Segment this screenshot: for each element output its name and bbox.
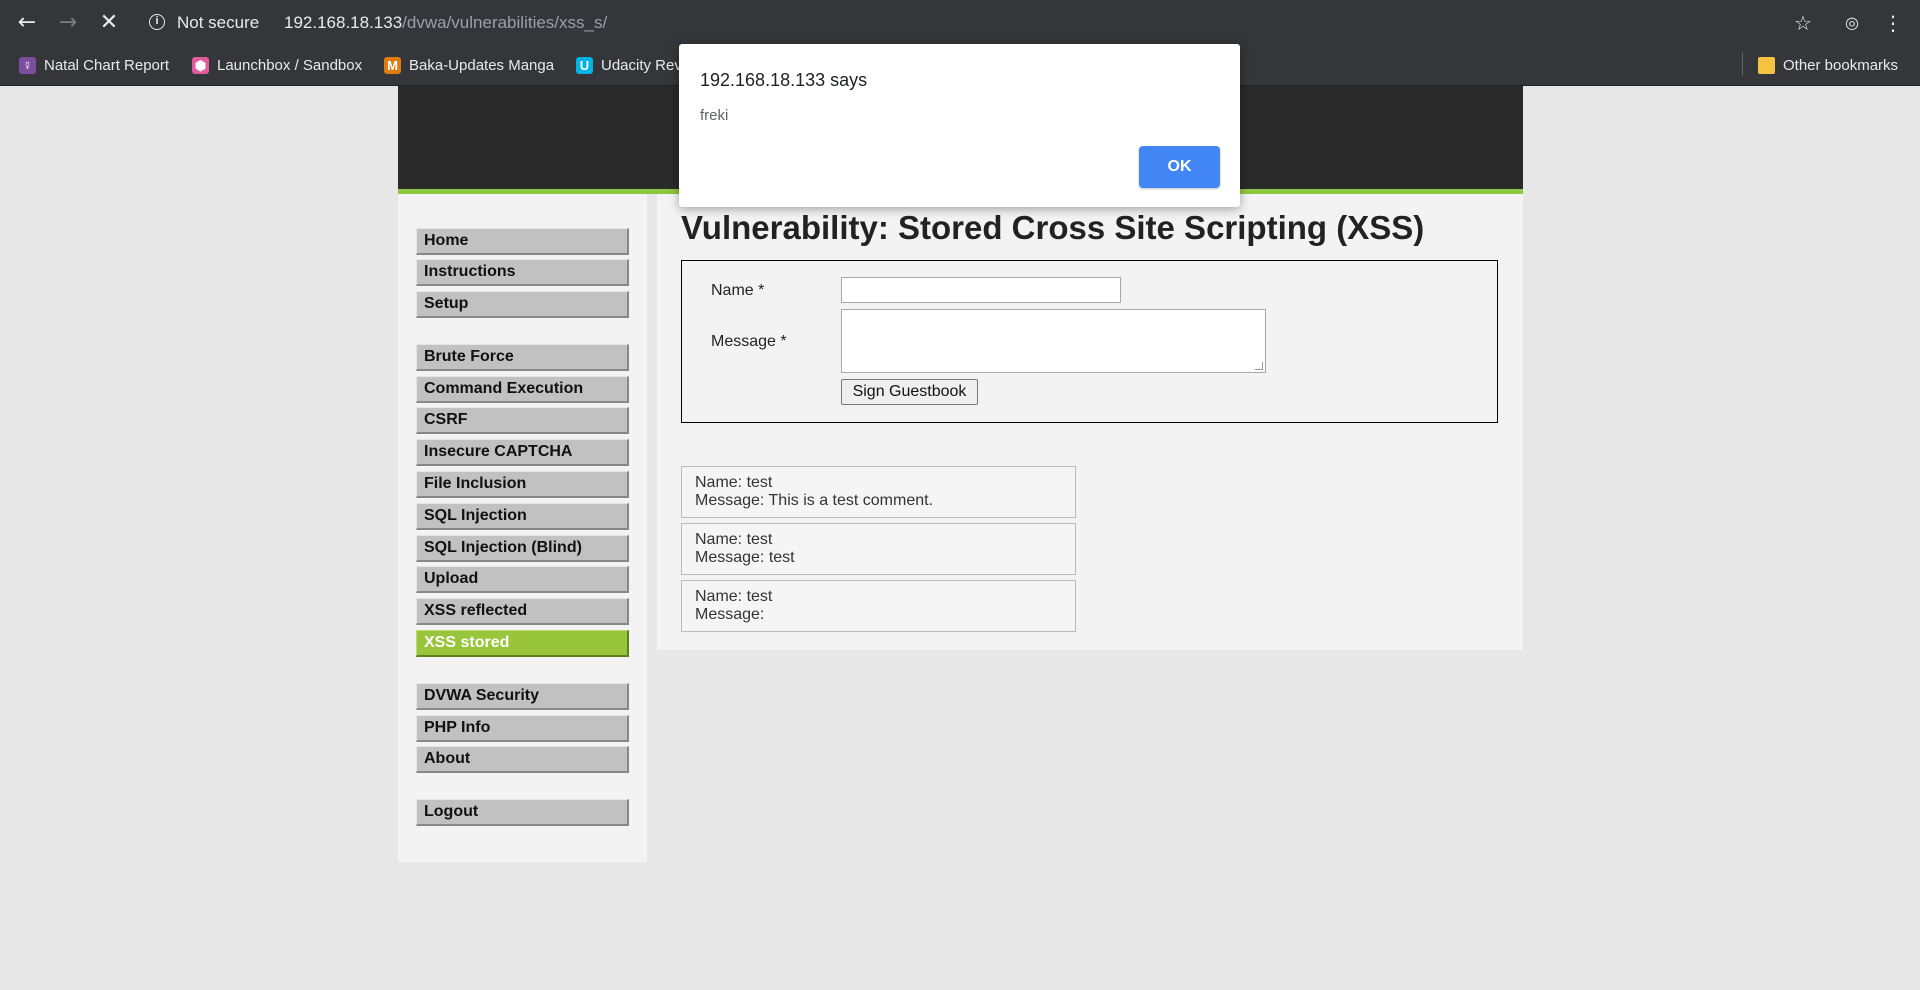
dialog-title: 192.168.18.133 says [700,70,868,90]
url-path: /dvwa/vulnerabilities/xss_s/ [402,13,608,32]
menu-sql-injection-blind[interactable]: SQL Injection (Blind) [416,535,629,562]
back-arrow-icon[interactable]: ← [14,10,40,36]
other-bookmarks-label: Other bookmarks [1783,56,1899,74]
menu-xss-reflected[interactable]: XSS reflected [416,598,629,625]
alert-dialog: 192.168.18.133 says freki OK [679,44,1240,207]
folder-icon [1758,56,1775,74]
info-icon[interactable]: i [149,14,165,30]
entry-message: Message: test [695,549,795,566]
forward-arrow-icon[interactable]: → [55,10,81,36]
bookmark-baka-updates[interactable]: M Baka-Updates Manga [384,54,556,76]
menu-setup[interactable]: Setup [416,291,629,318]
menu-insecure-captcha[interactable]: Insecure CAPTCHA [416,439,629,466]
guestbook-entry: Name: test Message: This is a test comme… [681,466,1076,518]
bookmark-label: Launchbox / Sandbox [217,56,363,74]
browser-toolbar: ← → ✕ i Not secure 192.168.18.133/dvwa/v… [0,0,1920,45]
menu-about[interactable]: About [416,746,629,773]
name-input[interactable] [841,277,1121,303]
menu-xss-stored[interactable]: XSS stored [416,630,629,657]
incognito-icon[interactable]: ◎ [1839,10,1865,36]
menu-instructions[interactable]: Instructions [416,259,629,286]
entry-message: Message: [695,606,765,623]
bookmark-label: Natal Chart Report [44,56,170,74]
bookmark-label: Baka-Updates Manga [409,56,555,74]
manga-icon: M [384,56,401,74]
entry-name: Name: test [695,474,773,491]
udacity-icon: U [576,56,593,74]
menu-home[interactable]: Home [416,228,629,255]
name-label: Name * [711,282,765,299]
menu-command-execution[interactable]: Command Execution [416,376,629,403]
url-host: 192.168.18.133 [284,13,403,32]
astro-icon: ☿ [19,56,36,74]
stop-loading-icon[interactable]: ✕ [96,10,122,36]
entry-message: Message: This is a test comment. [695,492,934,509]
launchbox-icon: ⬢ [192,56,209,74]
bookmark-launchbox[interactable]: ⬢ Launchbox / Sandbox [192,54,364,76]
sign-guestbook-button[interactable]: Sign Guestbook [841,379,978,405]
bookmark-label: Udacity Rev [601,56,680,74]
menu-file-inclusion[interactable]: File Inclusion [416,471,629,498]
bookmark-udacity[interactable]: U Udacity Rev [576,54,680,76]
dialog-ok-button[interactable]: OK [1139,146,1220,188]
menu-dvwa-security[interactable]: DVWA Security [416,683,629,710]
security-label[interactable]: Not secure [177,13,259,33]
url-text[interactable]: 192.168.18.133/dvwa/vulnerabilities/xss_… [284,13,607,33]
entry-name: Name: test [695,588,773,605]
star-bookmark-icon[interactable]: ☆ [1790,10,1816,36]
menu-upload[interactable]: Upload [416,566,629,593]
other-bookmarks[interactable]: Other bookmarks [1758,54,1920,76]
guestbook-entry: Name: test Message: [681,580,1076,632]
message-label: Message * [711,333,787,350]
guestbook-entry: Name: test Message: test [681,523,1076,575]
bookmark-natal-chart[interactable]: ☿ Natal Chart Report [19,54,179,76]
bookmarks-separator [1742,52,1743,76]
dialog-message: freki [700,107,729,124]
menu-csrf[interactable]: CSRF [416,407,629,434]
menu-brute-force[interactable]: Brute Force [416,344,629,371]
menu-sql-injection[interactable]: SQL Injection [416,503,629,530]
page-title: Vulnerability: Stored Cross Site Scripti… [681,209,1425,246]
entry-name: Name: test [695,531,773,548]
menu-dots-icon[interactable]: ⋮ [1880,10,1906,36]
resize-grip-icon[interactable] [1255,362,1263,370]
message-textarea[interactable] [841,309,1266,373]
menu-php-info[interactable]: PHP Info [416,715,629,742]
menu-logout[interactable]: Logout [416,799,629,826]
